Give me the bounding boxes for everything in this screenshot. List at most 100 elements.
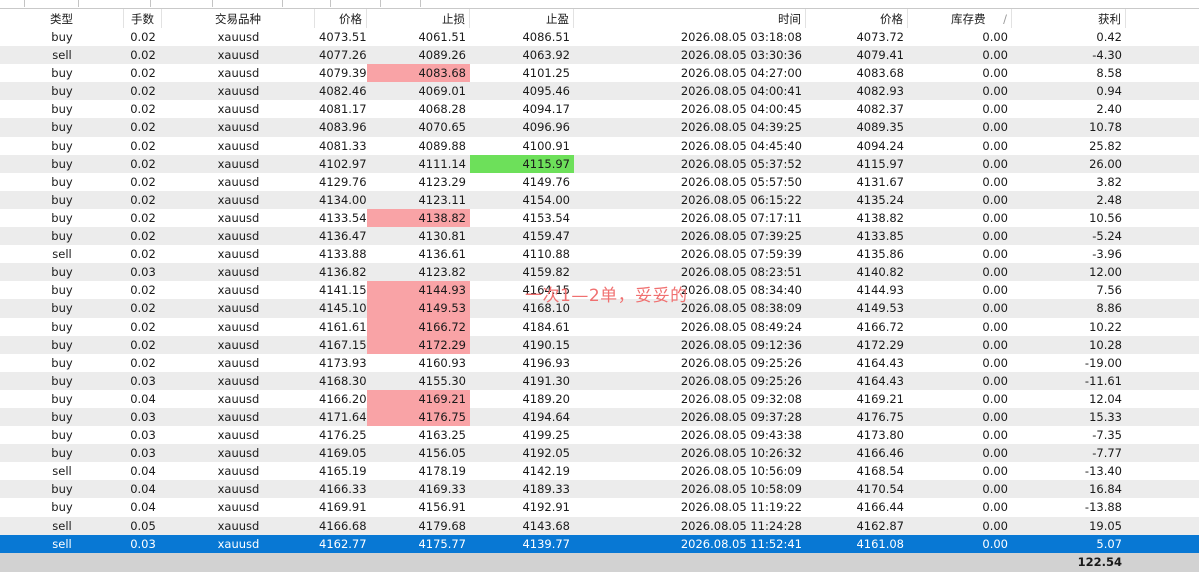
table-row[interactable]: sell 0.05 xauusd 4166.68 4179.68 4143.68 2026.…: [0, 516, 1199, 535]
cell-take-profit: 4094.17: [522, 102, 570, 117]
table-row[interactable]: buy 0.02 xauusd 4161.61 4166.72 4184.61 2026.0…: [0, 317, 1199, 336]
column-header-type[interactable]: 类型: [0, 9, 124, 29]
column-header-time[interactable]: 时间: [574, 9, 806, 29]
table-row[interactable]: sell 0.03 xauusd 4162.77 4175.77 4139.77 2026.…: [0, 534, 1199, 553]
table-row[interactable]: buy 0.03 xauusd 4176.25 4163.25 4199.25 2026.0…: [0, 426, 1199, 445]
cell-open-price: 4166.33: [319, 482, 367, 497]
table-row[interactable]: buy 0.04 xauusd 4166.20 4169.21 4189.20 2026.0…: [0, 389, 1199, 408]
cell-lots: 0.02: [130, 30, 156, 44]
cell-open-price: 4081.17: [319, 102, 367, 117]
cell-lots: 0.02: [130, 229, 156, 244]
cell-close-price: 4169.21: [856, 391, 904, 406]
cell-time: 2026.08.05 08:49:24: [680, 319, 802, 334]
cell-close-price: 4166.72: [856, 319, 904, 334]
column-header-close-price[interactable]: 价格: [806, 9, 908, 29]
cell-time: 2026.08.05 11:52:41: [680, 536, 802, 551]
column-header-swap[interactable]: 库存费 /: [908, 9, 1012, 29]
cell-time: 2026.08.05 06:15:22: [680, 192, 802, 207]
cell-swap: 0.00: [982, 409, 1008, 424]
cell-symbol: xauusd: [217, 84, 260, 99]
cell-open-price: 4176.25: [319, 428, 367, 443]
cell-take-profit: 4086.51: [522, 30, 570, 44]
table-row[interactable]: buy 0.02 xauusd 4134.00 4123.11 4154.00 2026.0…: [0, 190, 1199, 209]
table-row[interactable]: buy 0.02 xauusd 4083.96 4070.65 4096.96 2026.0…: [0, 118, 1199, 137]
table-row[interactable]: sell 0.04 xauusd 4165.19 4178.19 4142.19 2026.…: [0, 462, 1199, 481]
cell-stop-loss: 4175.77: [418, 536, 466, 551]
cell-take-profit: 4199.25: [522, 428, 570, 443]
cell-open-price: 4073.51: [319, 30, 367, 44]
cell-open-price: 4167.15: [319, 337, 367, 352]
cell-profit: -7.35: [1092, 428, 1122, 443]
cell-symbol: xauusd: [217, 500, 260, 515]
table-row[interactable]: buy 0.02 xauusd 4136.47 4130.81 4159.47 2026.0…: [0, 227, 1199, 246]
toolbar-separator: [78, 0, 79, 7]
table-row[interactable]: buy 0.04 xauusd 4169.91 4156.91 4192.91 2026.0…: [0, 498, 1199, 517]
cell-swap: 0.00: [982, 518, 1008, 533]
cell-type: buy: [51, 283, 73, 298]
cell-stop-loss: 4068.28: [418, 102, 466, 117]
cell-open-price: 4083.96: [319, 120, 367, 135]
cell-symbol: xauusd: [217, 192, 260, 207]
cell-lots: 0.03: [130, 446, 156, 461]
cell-symbol: xauusd: [217, 229, 260, 244]
cell-swap: 0.00: [982, 156, 1008, 171]
table-row[interactable]: buy 0.03 xauusd 4168.30 4155.30 4191.30 2026.0…: [0, 371, 1199, 390]
table-row[interactable]: buy 0.02 xauusd 4081.17 4068.28 4094.17 2026.0…: [0, 100, 1199, 119]
cell-profit: 19.05: [1089, 518, 1122, 533]
table-row[interactable]: sell 0.02 xauusd 4077.26 4089.26 4063.92 2026.…: [0, 46, 1199, 65]
table-row[interactable]: buy 0.02 xauusd 4079.39 4083.68 4101.25 2026.0…: [0, 64, 1199, 83]
cell-lots: 0.03: [130, 265, 156, 280]
cell-type: buy: [51, 30, 73, 44]
table-row[interactable]: sell 0.02 xauusd 4133.88 4136.61 4110.88 2026.…: [0, 245, 1199, 264]
cell-close-price: 4172.29: [856, 337, 904, 352]
table-row[interactable]: buy 0.02 xauusd 4133.54 4138.82 4153.54 2026.0…: [0, 208, 1199, 228]
table-row[interactable]: buy 0.02 xauusd 4167.15 4172.29 4190.15 2026.0…: [0, 335, 1199, 354]
table-row[interactable]: buy 0.03 xauusd 4136.82 4123.82 4159.82 2026.0…: [0, 263, 1199, 282]
column-header-symbol[interactable]: 交易品种: [162, 9, 315, 29]
table-row[interactable]: buy 0.02 xauusd 4129.76 4123.29 4149.76 2026.0…: [0, 172, 1199, 191]
table-row[interactable]: buy 0.04 xauusd 4166.33 4169.33 4189.33 2026.0…: [0, 480, 1199, 499]
cell-time: 2026.08.05 10:56:09: [680, 464, 802, 479]
cell-symbol: xauusd: [217, 301, 260, 316]
cell-open-price: 4079.39: [319, 66, 367, 81]
cell-lots: 0.02: [130, 337, 156, 352]
cell-take-profit: 4139.77: [522, 536, 570, 551]
cell-time: 2026.08.05 03:30:36: [680, 48, 802, 63]
table-row[interactable]: buy 0.03 xauusd 4171.64 4176.75 4194.64 2026.0…: [0, 407, 1199, 427]
cell-lots: 0.02: [130, 174, 156, 189]
cell-lots: 0.03: [130, 373, 156, 388]
column-header-lots[interactable]: 手数: [124, 9, 162, 29]
column-header-take-profit[interactable]: 止盈: [470, 9, 574, 29]
cell-close-price: 4135.24: [856, 192, 904, 207]
cell-swap: 0.00: [982, 102, 1008, 117]
table-row[interactable]: buy 0.02 xauusd 4082.46 4069.01 4095.46 2026.0…: [0, 82, 1199, 101]
table-row[interactable]: buy 0.02 xauusd 4073.51 4061.51 4086.51 2026.0…: [0, 28, 1199, 47]
table-row[interactable]: buy 0.03 xauusd 4169.05 4156.05 4192.05 2026.0…: [0, 444, 1199, 463]
cell-symbol: xauusd: [217, 518, 260, 533]
cell-profit: -19.00: [1084, 355, 1122, 370]
table-row[interactable]: buy 0.02 xauusd 4081.33 4089.88 4100.91 2026.0…: [0, 136, 1199, 155]
column-header-stop-loss[interactable]: 止损: [367, 9, 470, 29]
cell-close-price: 4140.82: [856, 265, 904, 280]
cell-time: 2026.08.05 07:39:25: [680, 229, 802, 244]
cell-profit: -3.96: [1092, 247, 1122, 262]
cell-open-price: 4081.33: [319, 138, 367, 153]
column-header-open-price[interactable]: 价格: [315, 9, 367, 29]
table-row[interactable]: buy 0.02 xauusd 4102.97 4111.14 4115.97 2026.0…: [0, 154, 1199, 173]
cell-stop-loss: 4178.19: [418, 464, 466, 479]
column-header-profit[interactable]: 获利: [1012, 9, 1126, 29]
table-row[interactable]: buy 0.02 xauusd 4173.93 4160.93 4196.93 2026.0…: [0, 353, 1199, 372]
cell-swap: 0.00: [982, 66, 1008, 81]
cell-close-price: 4161.08: [856, 536, 904, 551]
cell-close-price: 4115.97: [856, 156, 904, 171]
cell-symbol: xauusd: [217, 355, 260, 370]
cell-close-price: 4144.93: [856, 283, 904, 298]
cell-swap: 0.00: [982, 428, 1008, 443]
cell-lots: 0.04: [130, 482, 156, 497]
cell-symbol: xauusd: [217, 428, 260, 443]
sort-indicator-icon: /: [1003, 12, 1007, 26]
cell-type: buy: [51, 120, 73, 135]
cell-close-price: 4133.85: [856, 229, 904, 244]
cell-profit: 12.04: [1089, 391, 1122, 406]
cell-profit: 8.86: [1096, 301, 1122, 316]
